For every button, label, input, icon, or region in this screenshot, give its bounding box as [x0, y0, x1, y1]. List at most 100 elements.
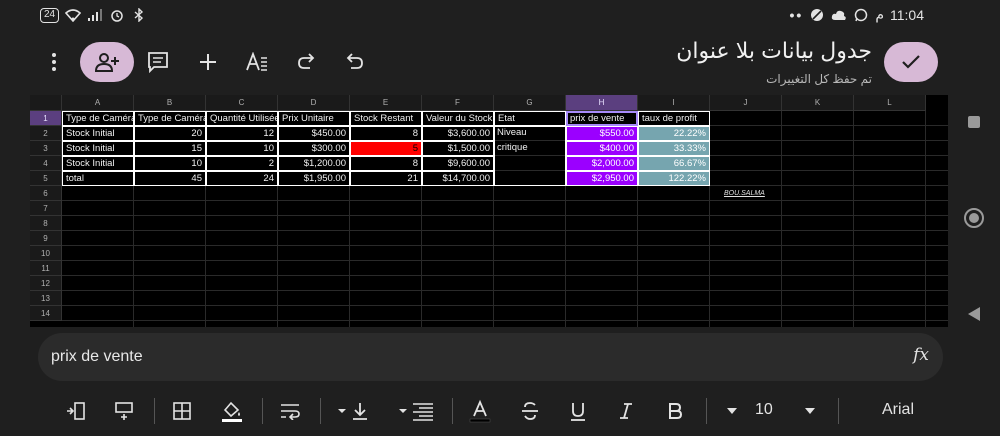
insert-column-button[interactable] — [62, 398, 90, 424]
cell-i4[interactable]: 66.67% — [638, 156, 710, 171]
cell-i3[interactable]: 33.33% — [638, 141, 710, 156]
document-title[interactable]: جدول بيانات بلا عنوان — [676, 38, 872, 64]
bold-button[interactable] — [661, 398, 689, 424]
cell-f3[interactable]: $1,500.00 — [422, 141, 494, 156]
vertical-align-button[interactable] — [334, 398, 374, 424]
row-header-12[interactable]: 12 — [30, 276, 62, 291]
font-size-value[interactable]: 10 — [755, 401, 773, 419]
cell-d2[interactable]: $450.00 — [278, 126, 350, 141]
cell-d1[interactable]: Prix Unitaire — [278, 111, 350, 126]
select-all-corner[interactable] — [30, 95, 62, 111]
cell-a3[interactable]: Stock Initial — [62, 141, 134, 156]
row-header-8[interactable]: 8 — [30, 216, 62, 231]
cell-a2[interactable]: Stock Initial — [62, 126, 134, 141]
borders-button[interactable] — [168, 398, 196, 424]
cell-h4[interactable]: $2,000.00 — [566, 156, 638, 171]
cell-e5[interactable]: 21 — [350, 171, 422, 186]
column-header-d[interactable]: D — [278, 95, 350, 111]
cell-e1[interactable]: Stock Restant — [350, 111, 422, 126]
column-header-h[interactable]: H — [566, 95, 638, 111]
cell-d3[interactable]: $300.00 — [278, 141, 350, 156]
row-header-10[interactable]: 10 — [30, 246, 62, 261]
fill-color-button[interactable] — [218, 398, 246, 424]
cell-g1[interactable]: Etat — [494, 111, 566, 126]
spreadsheet-grid[interactable]: A B C D E F G H I J K L 1 2 3 4 5 6 7 8 9 10 11 12 13 14 Type de C… — [30, 95, 953, 327]
column-header-f[interactable]: F — [422, 95, 494, 111]
insert-button[interactable] — [196, 50, 220, 74]
column-header-k[interactable]: K — [782, 95, 854, 111]
text-color-button[interactable] — [466, 398, 494, 424]
column-header-b[interactable]: B — [134, 95, 206, 111]
cell-i5[interactable]: 122.22% — [638, 171, 710, 186]
format-button[interactable] — [245, 50, 269, 74]
redo-button[interactable] — [294, 50, 318, 74]
cell-e4[interactable]: 8 — [350, 156, 422, 171]
cell-d5[interactable]: $1,950.00 — [278, 171, 350, 186]
more-options-button[interactable] — [44, 48, 64, 76]
row-header-13[interactable]: 13 — [30, 291, 62, 306]
font-family-selector[interactable]: Arial — [882, 401, 914, 419]
done-button[interactable] — [884, 42, 938, 82]
italic-button[interactable] — [612, 398, 640, 424]
row-header-7[interactable]: 7 — [30, 201, 62, 216]
cell-b2[interactable]: 20 — [134, 126, 206, 141]
cell-d4[interactable]: $1,200.00 — [278, 156, 350, 171]
row-header-3[interactable]: 3 — [30, 141, 62, 156]
cell-c1[interactable]: Quantité Utilisée — [206, 111, 278, 126]
row-header-14[interactable]: 14 — [30, 306, 62, 321]
insert-row-button[interactable] — [110, 398, 138, 424]
cell-h5[interactable]: $2,950.00 — [566, 171, 638, 186]
cell-i2[interactable]: 22.22% — [638, 126, 710, 141]
cell-b5[interactable]: 45 — [134, 171, 206, 186]
cell-f2[interactable]: $3,600.00 — [422, 126, 494, 141]
cell-c4[interactable]: 2 — [206, 156, 278, 171]
cell-h3[interactable]: $400.00 — [566, 141, 638, 156]
column-header-j[interactable]: J — [710, 95, 782, 111]
cell-f5[interactable]: $14,700.00 — [422, 171, 494, 186]
cell-c3[interactable]: 10 — [206, 141, 278, 156]
back-button[interactable] — [962, 302, 986, 326]
cell-f1[interactable]: Valeur du Stock — [422, 111, 494, 126]
cell-e3[interactable]: 5 — [350, 141, 422, 156]
column-header-a[interactable]: A — [62, 95, 134, 111]
column-header-c[interactable]: C — [206, 95, 278, 111]
horizontal-align-button[interactable] — [396, 398, 436, 424]
strikethrough-button[interactable] — [516, 398, 544, 424]
row-header-6[interactable]: 6 — [30, 186, 62, 201]
recents-button[interactable] — [962, 110, 986, 134]
cell-b3[interactable]: 15 — [134, 141, 206, 156]
column-header-e[interactable]: E — [350, 95, 422, 111]
undo-button[interactable] — [343, 50, 367, 74]
cell-b1[interactable]: Type de Caméra — [134, 111, 206, 126]
column-header-g[interactable]: G — [494, 95, 566, 111]
row-header-1[interactable]: 1 — [30, 111, 62, 126]
home-button[interactable] — [962, 206, 986, 230]
cell-f4[interactable]: $9,600.00 — [422, 156, 494, 171]
row-header-4[interactable]: 4 — [30, 156, 62, 171]
column-header-i[interactable]: I — [638, 95, 710, 111]
cell-b4[interactable]: 10 — [134, 156, 206, 171]
cell-i1[interactable]: taux de profit — [638, 111, 710, 126]
font-size-decrease-button[interactable] — [718, 398, 746, 424]
underline-button[interactable] — [564, 398, 592, 424]
cell-c5[interactable]: 24 — [206, 171, 278, 186]
column-header-l[interactable]: L — [854, 95, 926, 111]
cell-h1[interactable]: prix de vente — [566, 111, 638, 126]
wrap-text-button[interactable] — [276, 398, 304, 424]
share-button[interactable] — [80, 42, 134, 82]
comment-button[interactable] — [146, 50, 170, 74]
row-header-11[interactable]: 11 — [30, 261, 62, 276]
cell-a5[interactable]: total — [62, 171, 134, 186]
cell-a4[interactable]: Stock Initial — [62, 156, 134, 171]
cell-c2[interactable]: 12 — [206, 126, 278, 141]
function-button[interactable]: fx — [913, 345, 929, 365]
cell-e2[interactable]: 8 — [350, 126, 422, 141]
row-header-9[interactable]: 9 — [30, 231, 62, 246]
row-header-5[interactable]: 5 — [30, 171, 62, 186]
cell-h2[interactable]: $550.00 — [566, 126, 638, 141]
font-size-dropdown-button[interactable] — [796, 398, 824, 424]
cell-a1[interactable]: Type de Caméra — [62, 111, 134, 126]
formula-input[interactable]: prix de vente — [51, 348, 143, 366]
formula-bar[interactable]: prix de vente fx — [38, 333, 943, 381]
row-header-2[interactable]: 2 — [30, 126, 62, 141]
